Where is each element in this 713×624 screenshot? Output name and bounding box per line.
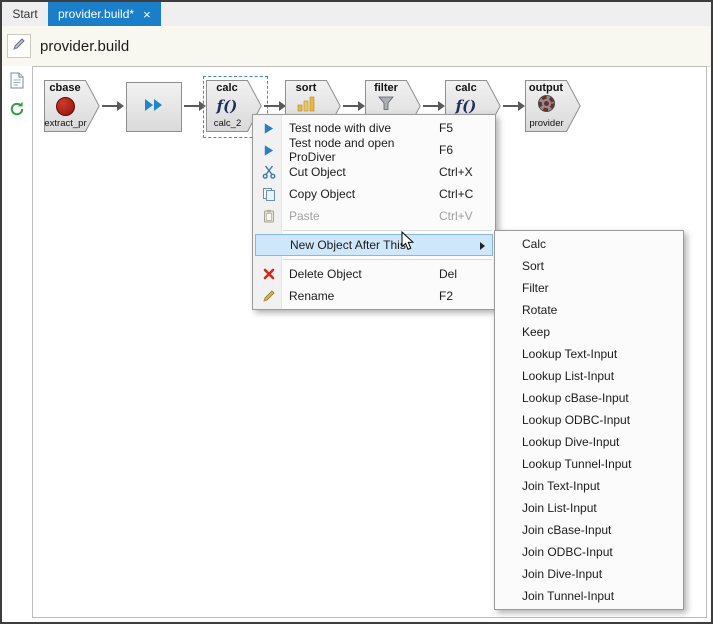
menu-item-test-node-open-prodiver[interactable]: Test node and open ProDiver F6 bbox=[255, 139, 493, 161]
copy-icon bbox=[255, 187, 282, 201]
header-tool-button[interactable] bbox=[7, 34, 31, 58]
play-icon bbox=[255, 144, 282, 157]
function-icon: f() bbox=[456, 97, 477, 115]
node-type-label: sort bbox=[285, 82, 327, 94]
refresh-icon bbox=[9, 101, 25, 122]
refresh-button[interactable] bbox=[6, 100, 28, 122]
submenu-arrow-icon bbox=[480, 242, 485, 250]
scissors-icon bbox=[255, 165, 282, 179]
submenu-item-join-tunnel-input[interactable]: Join Tunnel-Input bbox=[495, 585, 683, 607]
submenu-item-rotate[interactable]: Rotate bbox=[495, 299, 683, 321]
submenu-item-join-dive-input[interactable]: Join Dive-Input bbox=[495, 563, 683, 585]
context-menu: Test node with dive F5 Test node and ope… bbox=[252, 114, 496, 310]
header: provider.build bbox=[2, 26, 711, 67]
menu-item-copy-object[interactable]: Copy Object Ctrl+C bbox=[255, 183, 493, 205]
node-type-label: filter bbox=[365, 82, 407, 94]
function-icon: f() bbox=[217, 97, 238, 115]
menu-item-paste[interactable]: Paste Ctrl+V bbox=[255, 205, 493, 227]
node-type-label: calc bbox=[206, 82, 248, 94]
connector-arrow bbox=[343, 105, 358, 107]
new-document-button[interactable] bbox=[6, 72, 28, 94]
submenu-item-lookup-list-input[interactable]: Lookup List-Input bbox=[495, 365, 683, 387]
left-sidebar bbox=[2, 66, 32, 622]
submenu-item-keep[interactable]: Keep bbox=[495, 321, 683, 343]
tab-provider-build[interactable]: provider.build* × bbox=[48, 2, 161, 26]
node-cbase[interactable]: cbase extract_pr bbox=[44, 80, 100, 132]
app-window: Start provider.build* × provider.build bbox=[0, 0, 713, 624]
delete-x-icon bbox=[255, 268, 282, 280]
submenu-item-join-odbc-input[interactable]: Join ODBC-Input bbox=[495, 541, 683, 563]
connector-arrow bbox=[264, 105, 279, 107]
menu-item-delete-object[interactable]: Delete Object Del bbox=[255, 263, 493, 285]
output-target-icon bbox=[537, 94, 556, 118]
document-icon bbox=[10, 72, 24, 94]
submenu-item-lookup-odbc-input[interactable]: Lookup ODBC-Input bbox=[495, 409, 683, 431]
paste-icon bbox=[255, 209, 282, 223]
node-transfer[interactable] bbox=[126, 82, 182, 132]
connector-arrow bbox=[184, 105, 199, 107]
node-type-label: calc bbox=[445, 82, 487, 94]
submenu-item-calc[interactable]: Calc bbox=[495, 233, 683, 255]
tab-label: provider.build* bbox=[58, 7, 134, 21]
tab-start[interactable]: Start bbox=[2, 2, 48, 26]
node-name-label: provider bbox=[523, 118, 570, 129]
tab-bar: Start provider.build* × bbox=[2, 2, 711, 26]
submenu-item-lookup-cbase-input[interactable]: Lookup cBase-Input bbox=[495, 387, 683, 409]
play-icon bbox=[255, 122, 282, 135]
pen-icon bbox=[12, 37, 26, 56]
submenu-item-join-text-input[interactable]: Join Text-Input bbox=[495, 475, 683, 497]
submenu-item-filter[interactable]: Filter bbox=[495, 277, 683, 299]
connector-arrow bbox=[423, 105, 438, 107]
submenu-item-sort[interactable]: Sort bbox=[495, 255, 683, 277]
new-object-submenu: Calc Sort Filter Rotate Keep Lookup Text… bbox=[494, 230, 684, 610]
submenu-item-lookup-tunnel-input[interactable]: Lookup Tunnel-Input bbox=[495, 453, 683, 475]
connector-arrow bbox=[503, 105, 518, 107]
menu-item-rename[interactable]: Rename F2 bbox=[255, 285, 493, 307]
page-title: provider.build bbox=[40, 38, 129, 55]
transfer-arrows-icon bbox=[142, 95, 166, 120]
rename-pencil-icon bbox=[255, 289, 282, 303]
connector-arrow bbox=[102, 105, 117, 107]
menu-separator bbox=[283, 230, 492, 231]
node-type-label: output bbox=[525, 82, 567, 94]
submenu-item-join-list-input[interactable]: Join List-Input bbox=[495, 497, 683, 519]
close-icon[interactable]: × bbox=[143, 8, 151, 21]
node-name-label: extract_pr bbox=[42, 118, 89, 129]
mouse-cursor bbox=[401, 231, 414, 256]
filter-funnel-icon bbox=[378, 96, 394, 116]
submenu-item-lookup-text-input[interactable]: Lookup Text-Input bbox=[495, 343, 683, 365]
submenu-item-join-cbase-input[interactable]: Join cBase-Input bbox=[495, 519, 683, 541]
red-circle-icon bbox=[56, 97, 75, 116]
menu-item-new-object-after-this[interactable]: New Object After This bbox=[255, 234, 493, 256]
node-name-label: calc_2 bbox=[204, 118, 251, 129]
menu-separator bbox=[283, 259, 492, 260]
node-output[interactable]: output provider bbox=[525, 80, 581, 132]
submenu-item-lookup-dive-input[interactable]: Lookup Dive-Input bbox=[495, 431, 683, 453]
node-type-label: cbase bbox=[44, 82, 86, 94]
menu-item-cut-object[interactable]: Cut Object Ctrl+X bbox=[255, 161, 493, 183]
